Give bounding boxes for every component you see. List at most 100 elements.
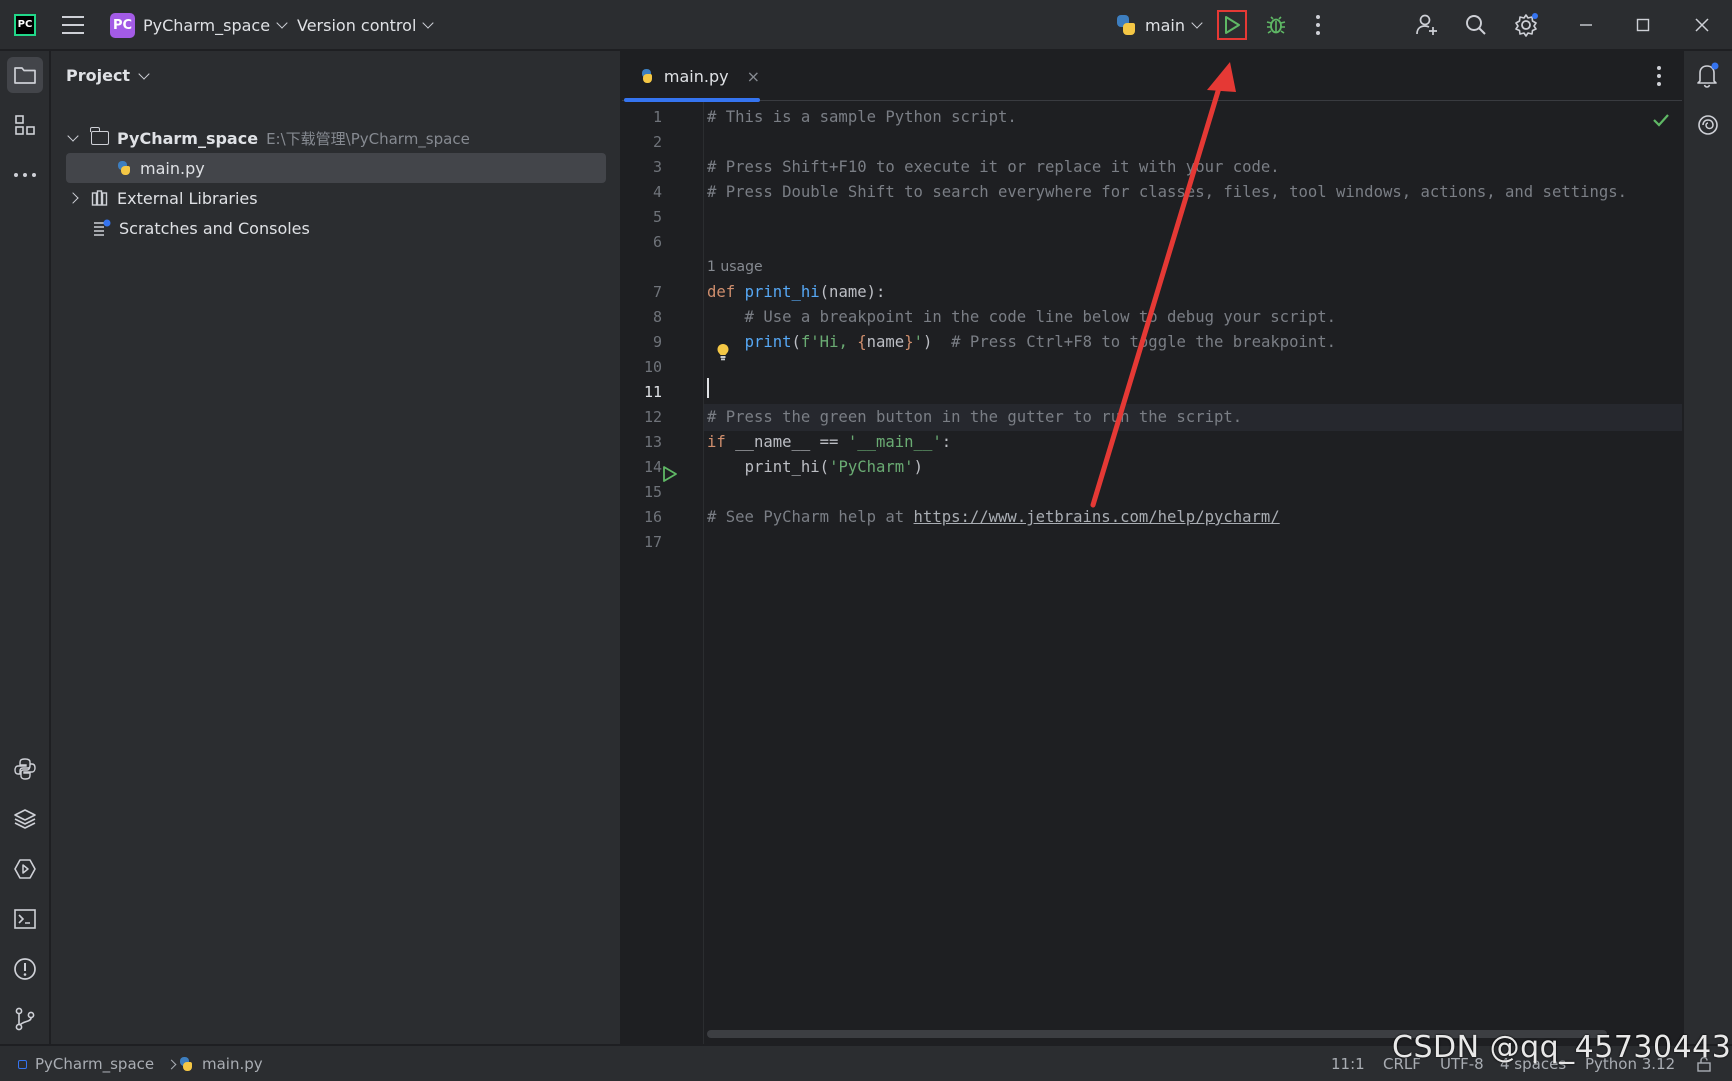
breadcrumb-project[interactable]: PyCharm_space bbox=[18, 1046, 177, 1081]
line-number: 2 bbox=[652, 133, 662, 151]
run-icon bbox=[1225, 16, 1240, 34]
code-text: } bbox=[904, 333, 914, 351]
tree-item-scratches[interactable]: Scratches and Consoles bbox=[93, 213, 310, 243]
services-tool-button[interactable] bbox=[7, 851, 43, 887]
code-line: # Press Shift+F10 to execute it or repla… bbox=[707, 158, 1280, 176]
pycharm-logo-icon: PC bbox=[14, 14, 36, 36]
string-literal: ' bbox=[913, 333, 923, 351]
line-number: 11 bbox=[643, 383, 662, 401]
services-icon bbox=[14, 859, 36, 879]
problems-icon bbox=[14, 958, 36, 980]
code-line: print_hi('PyCharm') bbox=[707, 454, 923, 481]
usage-hint[interactable]: 1 usage bbox=[707, 254, 763, 281]
project-tool-button[interactable] bbox=[7, 57, 43, 93]
tree-item-label: main.py bbox=[140, 158, 205, 178]
version-control-menu[interactable]: Version control bbox=[297, 12, 435, 38]
project-name: PyCharm_space bbox=[143, 15, 271, 35]
breadcrumb-label: main.py bbox=[202, 1055, 263, 1073]
breadcrumb-file[interactable]: main.py bbox=[178, 1046, 263, 1081]
line-number: 3 bbox=[652, 158, 662, 176]
function-name: print bbox=[744, 333, 792, 351]
line-number: 4 bbox=[652, 183, 662, 201]
tree-item-label: PyCharm_space bbox=[117, 128, 259, 148]
chevron-right-icon[interactable] bbox=[67, 192, 79, 204]
chevron-down-icon bbox=[1191, 17, 1203, 29]
maximize-icon bbox=[1636, 18, 1650, 32]
line-number: 10 bbox=[643, 358, 662, 376]
line-number: 9 bbox=[652, 333, 662, 351]
run-button[interactable] bbox=[1217, 10, 1247, 40]
right-tool-stripe bbox=[1683, 51, 1732, 1044]
problems-tool-button[interactable] bbox=[7, 951, 43, 987]
caret-position[interactable]: 11:1 bbox=[1331, 1046, 1365, 1081]
notifications-icon bbox=[1697, 62, 1719, 88]
inspection-ok-icon[interactable] bbox=[1652, 112, 1670, 128]
code-text: ) bbox=[922, 333, 933, 351]
line-number: 13 bbox=[643, 433, 662, 451]
settings-button[interactable] bbox=[1511, 10, 1541, 40]
tree-item-project-root[interactable]: PyCharm_space E:\下载管理\PyCharm_space bbox=[67, 123, 470, 153]
hamburger-menu-icon[interactable] bbox=[60, 13, 86, 37]
string-literal: '__main__' bbox=[847, 433, 942, 451]
more-tools-button[interactable] bbox=[7, 157, 43, 193]
structure-tool-button[interactable] bbox=[7, 107, 43, 143]
tree-item-external-libraries[interactable]: External Libraries bbox=[67, 183, 258, 213]
help-link[interactable]: https://www.jetbrains.com/help/pycharm/ bbox=[914, 508, 1280, 526]
settings-icon bbox=[1515, 13, 1538, 37]
structure-icon bbox=[15, 115, 35, 135]
close-tab-icon[interactable]: × bbox=[747, 67, 760, 86]
lightbulb-icon[interactable] bbox=[716, 343, 730, 361]
chevron-down-icon bbox=[138, 67, 150, 80]
project-switcher[interactable]: PC PyCharm_space bbox=[110, 12, 288, 38]
run-configuration-selector[interactable]: main bbox=[1115, 12, 1203, 38]
python-file-icon bbox=[178, 1056, 194, 1072]
tree-item-path: E:\下载管理\PyCharm_space bbox=[266, 129, 470, 148]
python-file-icon bbox=[116, 160, 132, 176]
tab-actions-more-icon[interactable] bbox=[1656, 65, 1662, 87]
gutter-run-icon[interactable] bbox=[662, 465, 678, 483]
string-literal: 'PyCharm' bbox=[829, 458, 914, 476]
line-number: 12 bbox=[643, 408, 662, 426]
python-icon bbox=[1115, 14, 1137, 36]
run-config-name: main bbox=[1145, 15, 1185, 35]
tab-label: main.py bbox=[663, 66, 729, 86]
code-line: # Press the green button in the gutter t… bbox=[707, 408, 1243, 426]
git-tool-button[interactable] bbox=[7, 1001, 43, 1037]
git-icon bbox=[15, 1007, 35, 1031]
more-actions-icon[interactable] bbox=[1310, 12, 1326, 38]
terminal-tool-button[interactable] bbox=[7, 901, 43, 937]
ai-assistant-button[interactable] bbox=[1690, 107, 1726, 143]
layers-tool-button[interactable] bbox=[7, 801, 43, 837]
line-number: 14 bbox=[643, 458, 662, 476]
comment: # See PyCharm help at bbox=[707, 508, 914, 526]
tab-main-py[interactable]: main.py × bbox=[622, 51, 760, 102]
minimize-icon bbox=[1580, 24, 1592, 26]
code-area[interactable]: # This is a sample Python script. # Pres… bbox=[705, 102, 1682, 1044]
minimize-button[interactable] bbox=[1571, 10, 1601, 40]
line-number-gutter[interactable]: 1 2 3 4 5 6 7 8 9 10 11 12 13 14 15 16 1… bbox=[622, 102, 704, 1044]
debug-button[interactable] bbox=[1262, 11, 1290, 39]
project-panel-header[interactable]: Project bbox=[66, 66, 150, 85]
text-caret bbox=[707, 378, 709, 398]
notifications-button[interactable] bbox=[1690, 57, 1726, 93]
code-text: : bbox=[941, 433, 952, 451]
scratches-icon bbox=[94, 219, 111, 236]
line-number: 6 bbox=[652, 233, 662, 251]
search-icon bbox=[1466, 15, 1486, 35]
code-line: def print_hi(name): bbox=[707, 279, 885, 306]
folder-icon bbox=[90, 127, 109, 145]
add-user-button[interactable] bbox=[1412, 10, 1442, 40]
python-console-button[interactable] bbox=[7, 751, 43, 787]
panel-title: Project bbox=[66, 66, 131, 85]
chevron-down-icon[interactable] bbox=[67, 130, 79, 142]
python-console-icon bbox=[14, 758, 36, 780]
tree-item-label: External Libraries bbox=[117, 188, 258, 208]
maximize-button[interactable] bbox=[1628, 10, 1658, 40]
project-panel: Project PyCharm_space E:\下载管理\PyCharm_sp… bbox=[51, 51, 621, 1044]
tree-item-main-py[interactable]: main.py bbox=[66, 153, 606, 183]
search-button[interactable] bbox=[1461, 10, 1491, 40]
close-window-button[interactable] bbox=[1687, 10, 1717, 40]
keyword: if bbox=[707, 433, 736, 451]
line-number: 16 bbox=[643, 508, 662, 526]
